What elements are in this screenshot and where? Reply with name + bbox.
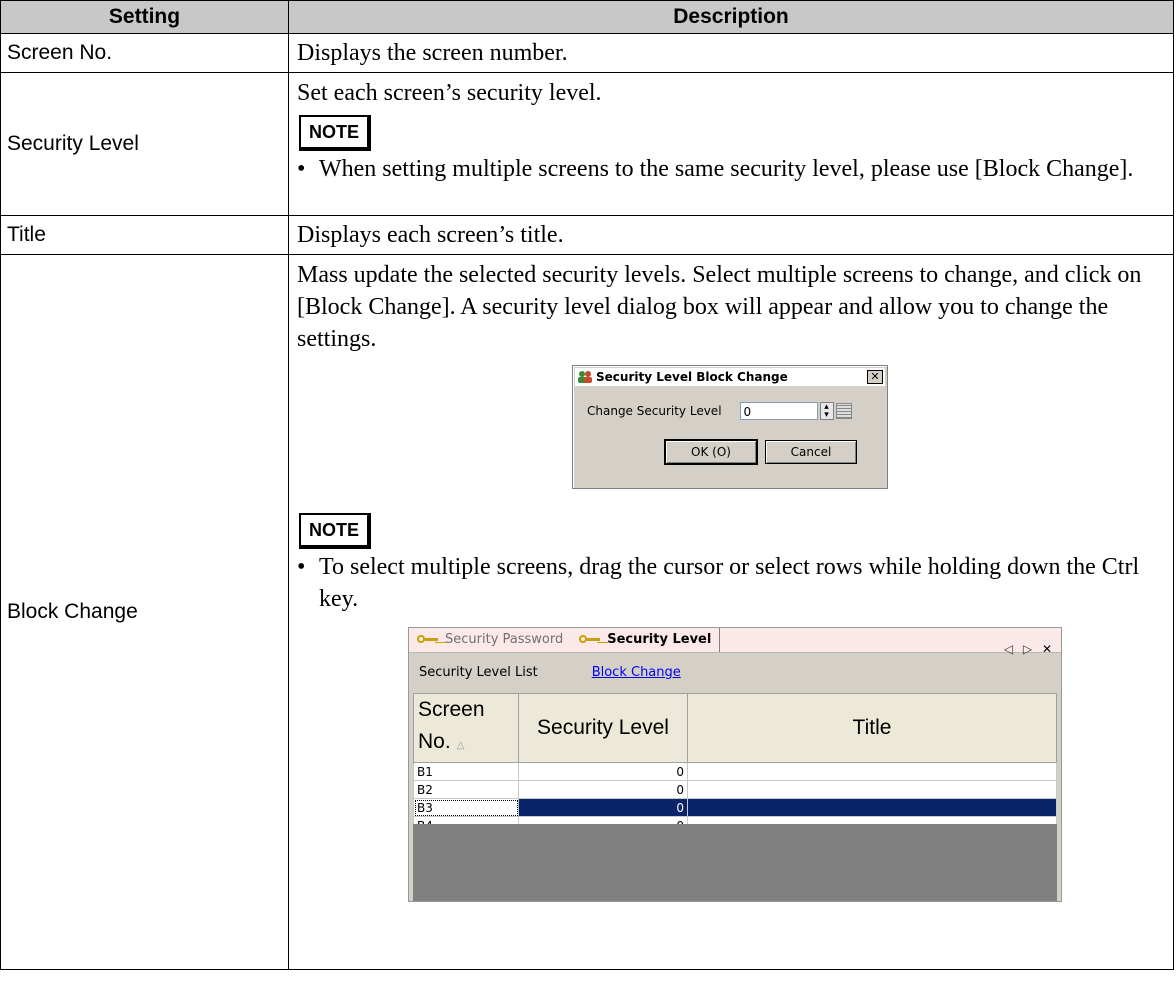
desc-security-level-cell: Set each screen’s security level. NOTE •… xyxy=(288,72,1174,216)
table-row[interactable]: B2 0 xyxy=(413,780,1057,799)
people-icon xyxy=(577,370,593,384)
key-icon xyxy=(417,634,439,646)
dialog-title: Security Level Block Change xyxy=(596,370,788,384)
bullet-dot-2: • xyxy=(297,554,306,580)
cell-title[interactable] xyxy=(687,780,1057,799)
tab-nav: ◁ ▷ ✕ xyxy=(1004,633,1055,665)
tab-label: Security Password xyxy=(445,632,564,647)
grid-header: Screen No. △ Security Level Title xyxy=(413,693,1057,763)
cell-title[interactable] xyxy=(687,798,1057,817)
column-screen-no[interactable]: Screen No. △ xyxy=(413,693,519,763)
tab-bar: Security Password Security Level ◁ ▷ ✕ xyxy=(409,628,1061,656)
row-title: Title Displays each screen’s title. xyxy=(0,215,1174,255)
cell-security-level[interactable]: 0 xyxy=(518,762,688,781)
setting-screen-no: Screen No. xyxy=(0,33,289,73)
sort-arrow-icon: △ xyxy=(456,740,465,751)
key-icon xyxy=(579,634,601,646)
change-security-level-label: Change Security Level xyxy=(587,404,722,418)
settings-table: Setting Description Screen No. Displays … xyxy=(0,0,1174,970)
note-label: NOTE xyxy=(299,115,372,151)
list-header-bar: Security Level List Block Change xyxy=(409,653,1061,693)
tab-security-password[interactable]: Security Password xyxy=(409,628,571,652)
row-block-change: Block Change Mass update the selected se… xyxy=(0,254,1174,970)
column-title[interactable]: Title xyxy=(687,693,1057,763)
note-bullet-2: • To select multiple screens, drag the c… xyxy=(297,551,1173,615)
spinner-icon[interactable]: ▴ ▾ xyxy=(819,402,834,420)
note-bullet-text: When setting multiple screens to the sam… xyxy=(319,156,1134,182)
desc-block-change-cell: Mass update the selected security levels… xyxy=(288,254,1174,970)
column-security-level[interactable]: Security Level xyxy=(518,693,688,763)
security-level-input[interactable]: 0 xyxy=(739,402,818,420)
table-row-selected[interactable]: B3 0 xyxy=(413,798,1057,817)
setting-title: Title xyxy=(0,215,289,255)
row-security-level: Security Level Set each screen’s securit… xyxy=(0,72,1174,216)
cell-security-level[interactable]: 0 xyxy=(518,780,688,799)
desc-block-change: Mass update the selected security levels… xyxy=(297,262,1142,352)
close-icon[interactable]: ✕ xyxy=(1042,642,1055,656)
note-bullet: • When setting multiple screens to the s… xyxy=(297,153,1173,185)
block-change-dialog: Security Level Block Change ✕ Change Sec… xyxy=(572,365,888,489)
grid-empty-area xyxy=(413,824,1057,901)
header-setting: Setting xyxy=(0,0,289,34)
ok-button[interactable]: OK (O) xyxy=(664,439,758,465)
tab-security-level[interactable]: Security Level xyxy=(571,628,721,652)
security-level-list-label: Security Level List xyxy=(419,665,538,680)
row-screen-no: Screen No. Displays the screen number. xyxy=(0,33,1174,73)
block-change-link[interactable]: Block Change xyxy=(592,657,681,689)
close-icon[interactable]: ✕ xyxy=(867,370,883,384)
setting-security-level: Security Level xyxy=(0,72,289,216)
bullet-dot: • xyxy=(297,156,306,182)
dialog-field-row: Change Security Level 0 ▴ ▾ xyxy=(587,402,852,420)
note-bullet-text-2: To select multiple screens, drag the cur… xyxy=(319,554,1140,612)
dialog-buttons: OK (O) Cancel xyxy=(664,439,857,465)
cell-title[interactable] xyxy=(687,762,1057,781)
desc-security-level: Set each screen’s security level. xyxy=(297,80,602,106)
cancel-button[interactable]: Cancel xyxy=(765,440,857,464)
cell-screen-no[interactable]: B1 xyxy=(413,762,519,781)
desc-screen-no: Displays the screen number. xyxy=(288,33,1174,73)
setting-block-change: Block Change xyxy=(0,254,289,970)
dialog-titlebar: Security Level Block Change ✕ xyxy=(575,368,885,386)
cell-screen-no[interactable]: B3 xyxy=(413,798,519,817)
cell-security-level[interactable]: 0 xyxy=(518,798,688,817)
tab-label: Security Level xyxy=(607,632,712,647)
tab-scroll-arrows[interactable]: ◁ ▷ xyxy=(1004,642,1035,656)
keypad-icon[interactable] xyxy=(835,403,852,419)
desc-title: Displays each screen’s title. xyxy=(288,215,1174,255)
header-description: Description xyxy=(288,0,1174,34)
note-label-2: NOTE xyxy=(299,513,372,549)
security-level-panel: Security Password Security Level ◁ ▷ ✕ S… xyxy=(408,627,1062,902)
table-row[interactable]: B1 0 xyxy=(413,762,1057,781)
cell-screen-no[interactable]: B2 xyxy=(413,780,519,799)
